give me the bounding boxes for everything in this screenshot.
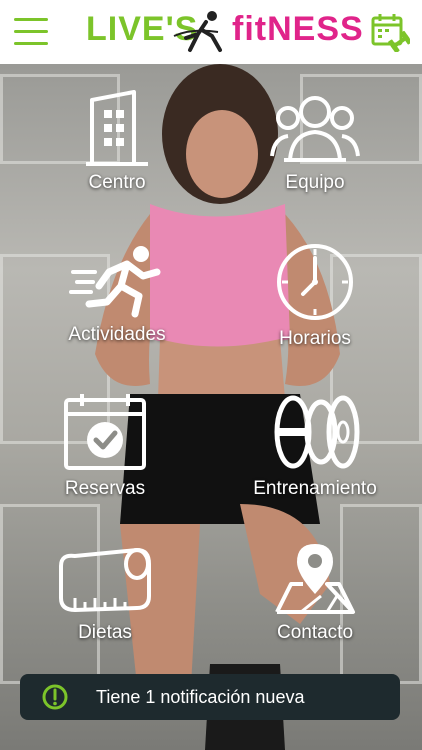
logo-word-fitness: fitNESS <box>232 10 364 48</box>
menu-item-contacto[interactable]: Contacto <box>240 540 390 670</box>
menu-label-centro: Centro <box>88 172 146 193</box>
calendar-check-icon <box>64 394 146 470</box>
menu-item-equipo[interactable]: Equipo <box>240 90 390 220</box>
app-header: LIVE'S fitNESS <box>0 0 422 64</box>
menu-label-reservas: Reservas <box>64 478 146 499</box>
menu-label-horarios: Horarios <box>279 328 351 349</box>
menu-label-entrenamiento: Entrenamiento <box>253 478 377 499</box>
app-logo: LIVE'S fitNESS <box>86 6 363 58</box>
notification-text: Tiene 1 notificación nueva <box>96 687 305 707</box>
clock-icon <box>277 244 353 320</box>
menu-label-actividades: Actividades <box>68 324 166 345</box>
alert-icon <box>42 684 68 710</box>
menu-item-dietas[interactable]: Dietas <box>30 544 180 674</box>
measuring-tape-icon <box>59 547 151 613</box>
menu-item-entrenamiento[interactable]: Entrenamiento <box>240 392 390 522</box>
menu-label-dietas: Dietas <box>78 622 132 643</box>
runner-logo-icon <box>173 11 222 52</box>
menu-label-contacto: Contacto <box>276 622 354 643</box>
weight-plates-icon <box>274 395 360 469</box>
menu-item-actividades[interactable]: Actividades <box>42 242 192 372</box>
menu-label-equipo: Equipo <box>285 172 345 193</box>
menu-item-centro[interactable]: Centro <box>42 90 192 220</box>
hamburger-menu-icon[interactable] <box>12 14 52 50</box>
running-person-icon <box>69 246 161 318</box>
menu-item-reservas[interactable]: Reservas <box>30 392 180 522</box>
group-icon <box>270 96 360 162</box>
notification-bar[interactable]: Tiene 1 notificación nueva <box>20 674 400 720</box>
map-pin-icon <box>275 544 355 614</box>
calendar-dumbbell-icon[interactable] <box>370 12 412 54</box>
menu-item-horarios[interactable]: Horarios <box>240 242 390 372</box>
building-icon <box>86 90 148 166</box>
